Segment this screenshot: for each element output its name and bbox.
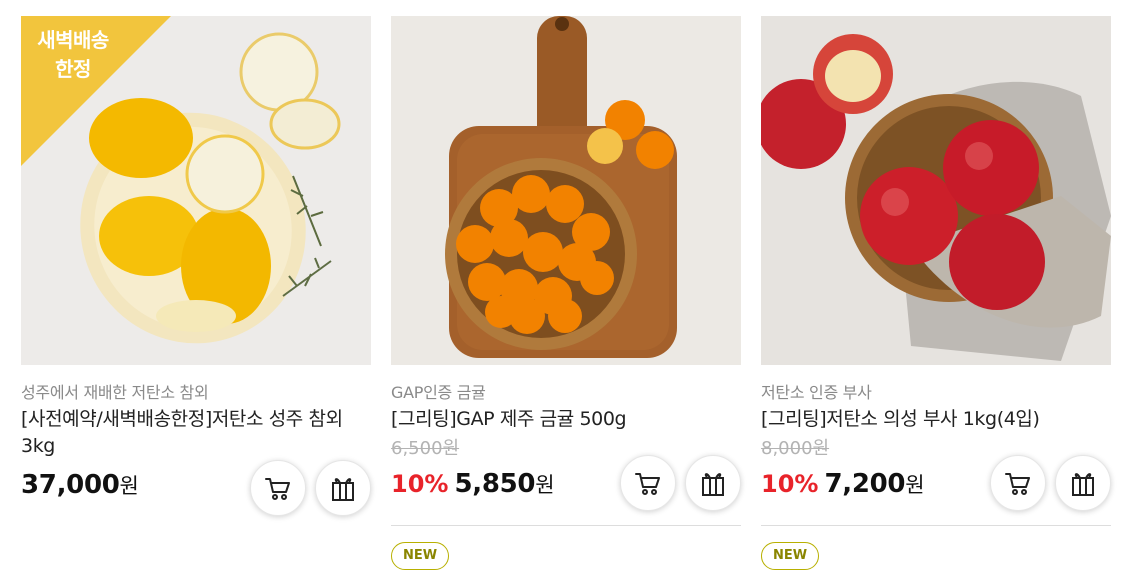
gift-button[interactable] xyxy=(315,460,371,516)
add-to-cart-button[interactable] xyxy=(250,460,306,516)
card-actions xyxy=(250,460,371,516)
product-card[interactable]: GAP인증 금귤 [그리팅]GAP 제주 금귤 500g 6,500원 10% 5… xyxy=(391,16,741,570)
currency-unit: 원 xyxy=(535,473,555,497)
card-divider xyxy=(391,525,741,526)
product-image-melon[interactable]: 새벽배송 한정 xyxy=(21,16,371,365)
discount-rate: 10% xyxy=(391,470,449,498)
sale-price: 37,000 xyxy=(21,470,120,500)
gift-button[interactable] xyxy=(685,455,741,511)
gift-button[interactable] xyxy=(1055,455,1111,511)
product-title[interactable]: [그리팅]저탄소 의성 부사 1kg(4입) xyxy=(761,406,1111,433)
product-image-kumquat[interactable] xyxy=(391,16,741,365)
product-title[interactable]: [그리팅]GAP 제주 금귤 500g xyxy=(391,406,741,433)
add-to-cart-button[interactable] xyxy=(990,455,1046,511)
gift-icon xyxy=(1072,473,1094,496)
dawn-delivery-ribbon: 새벽배송 한정 xyxy=(21,16,171,166)
cart-icon xyxy=(635,473,660,495)
card-actions xyxy=(990,455,1111,511)
gift-icon xyxy=(702,473,724,496)
new-badge: NEW xyxy=(761,542,820,570)
currency-unit: 원 xyxy=(905,473,925,497)
product-subtitle: 성주에서 재배한 저탄소 참외 xyxy=(21,383,209,402)
product-card[interactable]: 저탄소 인증 부사 [그리팅]저탄소 의성 부사 1kg(4입) 8,000원 … xyxy=(761,16,1111,570)
product-image-apple[interactable] xyxy=(761,16,1111,365)
ribbon-label: 새벽배송 한정 xyxy=(37,28,109,81)
currency-unit: 원 xyxy=(119,474,139,498)
card-actions xyxy=(620,455,741,511)
card-divider xyxy=(761,525,1111,526)
discount-rate: 10% xyxy=(761,470,819,498)
cart-icon xyxy=(1005,473,1030,495)
product-title[interactable]: [사전예약/새벽배송한정]저탄소 성주 참외 3kg xyxy=(21,406,371,460)
new-badge: NEW xyxy=(391,542,450,570)
add-to-cart-button[interactable] xyxy=(620,455,676,511)
product-subtitle: GAP인증 금귤 xyxy=(391,383,486,402)
sale-price: 5,850 xyxy=(454,469,536,499)
product-card[interactable]: 새벽배송 한정 성주에서 재배한 저탄소 참외 [사전예약/새벽배송한정]저탄소… xyxy=(21,16,371,516)
cart-icon xyxy=(265,478,290,500)
sale-price: 7,200 xyxy=(824,469,906,499)
gift-icon xyxy=(332,478,354,501)
product-subtitle: 저탄소 인증 부사 xyxy=(761,383,872,402)
product-grid: 새벽배송 한정 성주에서 재배한 저탄소 참외 [사전예약/새벽배송한정]저탄소… xyxy=(0,0,1130,588)
